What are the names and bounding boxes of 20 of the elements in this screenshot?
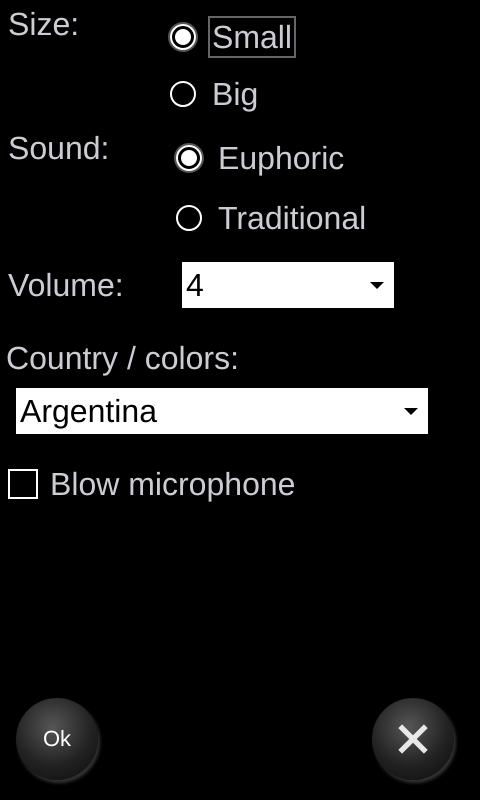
caret-icon xyxy=(404,408,418,414)
group-label: Size: xyxy=(8,5,80,44)
ok-button[interactable]: Ok xyxy=(16,698,98,780)
radio-button[interactable] xyxy=(176,205,202,231)
field-label: Country / colors: xyxy=(5,339,240,378)
field-label: Volume: xyxy=(8,266,125,305)
caret-icon xyxy=(370,282,384,288)
radio-button[interactable] xyxy=(170,24,196,50)
group-label: Sound: xyxy=(8,129,110,168)
radio-label[interactable]: Big xyxy=(208,73,262,115)
checkbox-label[interactable]: Blow microphone xyxy=(50,464,296,504)
radio-label[interactable]: Small xyxy=(208,16,296,58)
checkbox[interactable] xyxy=(8,469,38,499)
radio-button[interactable] xyxy=(176,145,202,171)
radio-label[interactable]: Euphoric xyxy=(214,137,348,179)
close-icon xyxy=(397,723,429,755)
country-dropdown[interactable]: Argentina xyxy=(16,388,428,434)
radio-button[interactable] xyxy=(170,81,196,107)
radio-label[interactable]: Traditional xyxy=(214,197,370,239)
volume-dropdown[interactable]: 4 xyxy=(182,262,394,308)
